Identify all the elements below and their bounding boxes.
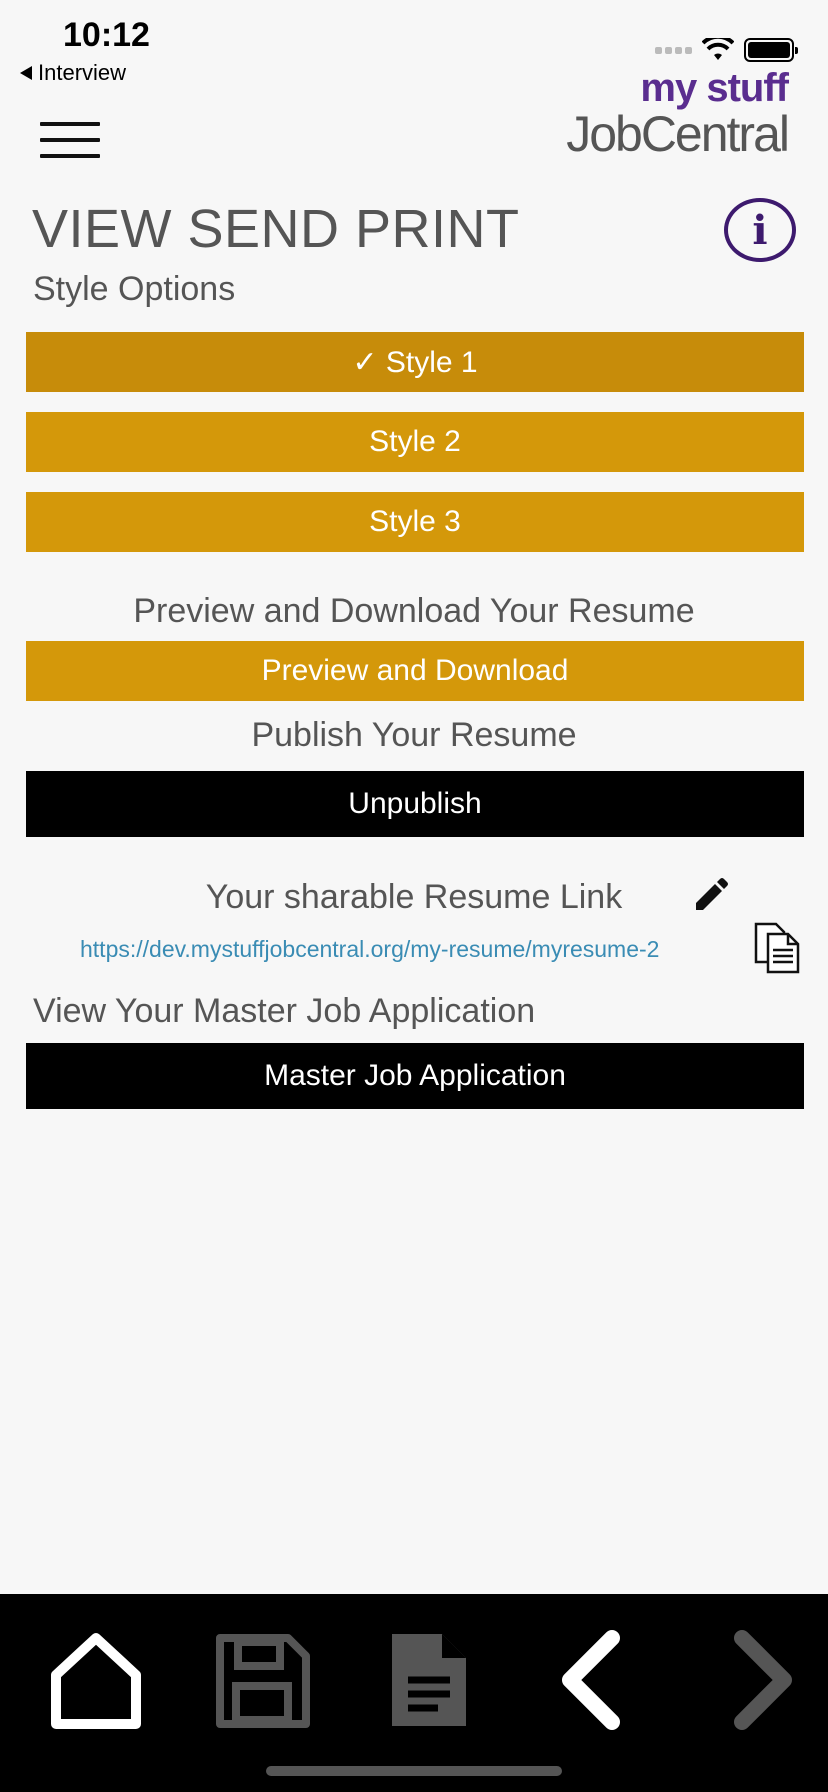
style-2-button[interactable]: Style 2 [26,412,804,472]
preview-download-button[interactable]: Preview and Download [26,641,804,701]
home-icon[interactable] [46,1630,146,1730]
menu-bar [40,154,100,158]
master-job-application-button[interactable]: Master Job Application [26,1043,804,1109]
menu-bar [40,138,100,142]
pencil-edit-icon[interactable] [690,876,730,916]
wifi-icon [702,38,734,60]
unpublish-button[interactable]: Unpublish [26,771,804,837]
back-app-label: Interview [38,60,127,85]
logo-my-stuff: my stuff [640,66,789,110]
bottom-nav-bar [0,1594,828,1792]
hamburger-menu-button[interactable] [40,122,100,158]
status-icons [655,38,798,62]
resume-link[interactable]: https://dev.mystuffjobcentral.org/my-res… [80,936,659,963]
chevron-right-icon[interactable] [710,1630,810,1730]
copy-document-icon[interactable] [752,922,804,974]
master-application-heading: View Your Master Job Application [33,992,536,1030]
home-indicator [266,1766,562,1776]
battery-icon [744,38,798,62]
preview-heading: Preview and Download Your Resume [133,592,695,630]
style-3-button[interactable]: Style 3 [26,492,804,552]
logo-job-central: JobCentral [566,106,790,162]
status-time: 10:12 [63,16,150,54]
back-to-app-link[interactable]: Interview [20,60,126,86]
chevron-left-icon[interactable] [544,1630,644,1730]
page-title: VIEW SEND PRINT [32,199,520,259]
save-icon[interactable] [212,1630,312,1730]
menu-bar [40,122,100,126]
style-1-button[interactable]: ✓ Style 1 [26,332,804,392]
app-logo: my stuff JobCentral [566,66,790,162]
info-icon[interactable]: i [724,198,796,262]
style-options-label: Style Options [33,270,236,308]
publish-heading: Publish Your Resume [251,716,577,754]
document-icon[interactable] [378,1630,478,1730]
cellular-signal-icon [655,46,692,54]
back-arrow-icon [20,66,32,80]
